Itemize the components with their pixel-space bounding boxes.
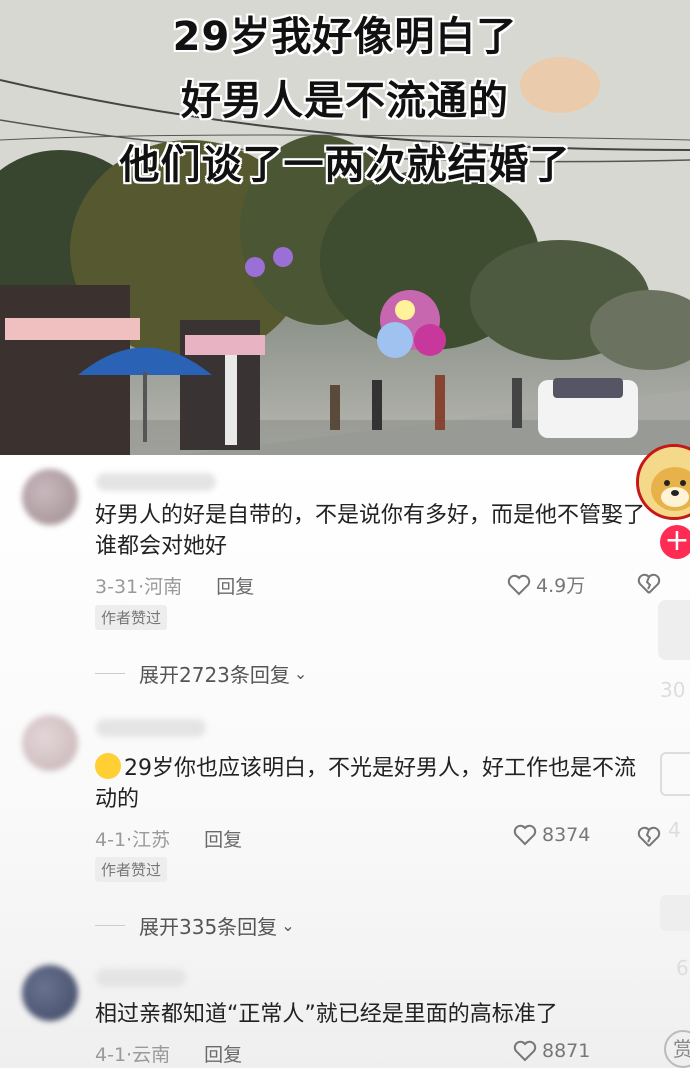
- caption-line-1: 29岁我好像明白了: [172, 14, 518, 60]
- divider: [95, 673, 125, 674]
- comment-count: 4: [668, 818, 681, 842]
- share-count: 6: [676, 956, 689, 980]
- avatar[interactable]: [22, 469, 78, 525]
- video-player[interactable]: 29岁我好像明白了 好男人是不流通的 他们谈了一两次就结婚了: [0, 0, 690, 455]
- comment-date: 3-31·: [95, 576, 145, 598]
- comment-meta: 4-1·江苏 回复: [95, 825, 242, 852]
- heart-icon: [507, 574, 531, 595]
- reply-button[interactable]: 回复: [216, 576, 254, 598]
- avatar[interactable]: [22, 715, 78, 771]
- share-icon[interactable]: [660, 895, 690, 931]
- username[interactable]: [96, 719, 206, 737]
- expand-replies-button[interactable]: 展开335条回复 ⌄: [95, 911, 295, 940]
- heart-icon: [513, 1040, 537, 1062]
- comment-location: 江苏: [132, 829, 171, 851]
- caption-line-2: 好男人是不流通的: [181, 78, 509, 124]
- comment-meta: 4-1·云南 回复: [95, 1040, 242, 1067]
- like-count: 4.9万: [536, 575, 586, 597]
- comments-panel: 好男人的好是自带的，不是说你有多好，而是他不管娶了谁都会对她好 3-31·河南 …: [0, 455, 690, 1068]
- username[interactable]: [96, 969, 186, 987]
- comment-text: 相过亲都知道“正常人”就已经是里面的高标准了: [95, 1002, 558, 1027]
- like-video-count: 30: [660, 678, 686, 702]
- comment-text: 29岁你也应该明白，不光是好男人，好工作也是不流动的: [95, 753, 655, 815]
- comment-location: 河南: [144, 576, 183, 598]
- reply-button[interactable]: 回复: [204, 1044, 242, 1066]
- dislike-icon[interactable]: [637, 573, 661, 595]
- reply-button[interactable]: 回复: [204, 829, 242, 851]
- divider: [95, 925, 125, 926]
- like-count: 8374: [542, 824, 591, 846]
- like-count: 8871: [542, 1040, 591, 1062]
- comment-location: 云南: [132, 1044, 171, 1066]
- doge-avatar-icon: [639, 447, 690, 517]
- like-button[interactable]: 8871: [513, 1040, 590, 1062]
- comment-text-content: 29岁你也应该明白，不光是好男人，好工作也是不流动的: [95, 756, 636, 812]
- author-liked-badge: 作者赞过: [95, 857, 168, 882]
- heart-icon: [513, 824, 537, 846]
- grinning-face-icon: [95, 753, 121, 779]
- comment-date: 4-1·: [95, 1044, 133, 1066]
- comment-date: 4-1·: [95, 829, 133, 851]
- chevron-down-icon: ⌄: [293, 664, 308, 683]
- like-video-icon[interactable]: [658, 600, 690, 660]
- avatar[interactable]: [22, 965, 78, 1021]
- caption-line-3: 他们谈了一两次就结婚了: [119, 142, 571, 188]
- comment-icon[interactable]: [660, 752, 690, 796]
- author-liked-badge: 作者赞过: [95, 605, 168, 630]
- comment-meta: 3-31·河南 回复: [95, 572, 254, 599]
- expand-replies-button[interactable]: 展开2723条回复 ⌄: [95, 659, 307, 688]
- follow-button[interactable]: +: [660, 525, 690, 559]
- expand-replies-label: 展开2723条回复: [139, 663, 290, 687]
- username[interactable]: [96, 473, 216, 491]
- like-button[interactable]: 8374: [513, 824, 590, 846]
- like-button[interactable]: 4.9万: [507, 571, 585, 598]
- expand-replies-label: 展开335条回复: [139, 915, 278, 939]
- dislike-icon[interactable]: [637, 826, 661, 848]
- chevron-down-icon: ⌄: [281, 916, 295, 935]
- comment-text: 好男人的好是自带的，不是说你有多好，而是他不管娶了谁都会对她好: [95, 503, 646, 559]
